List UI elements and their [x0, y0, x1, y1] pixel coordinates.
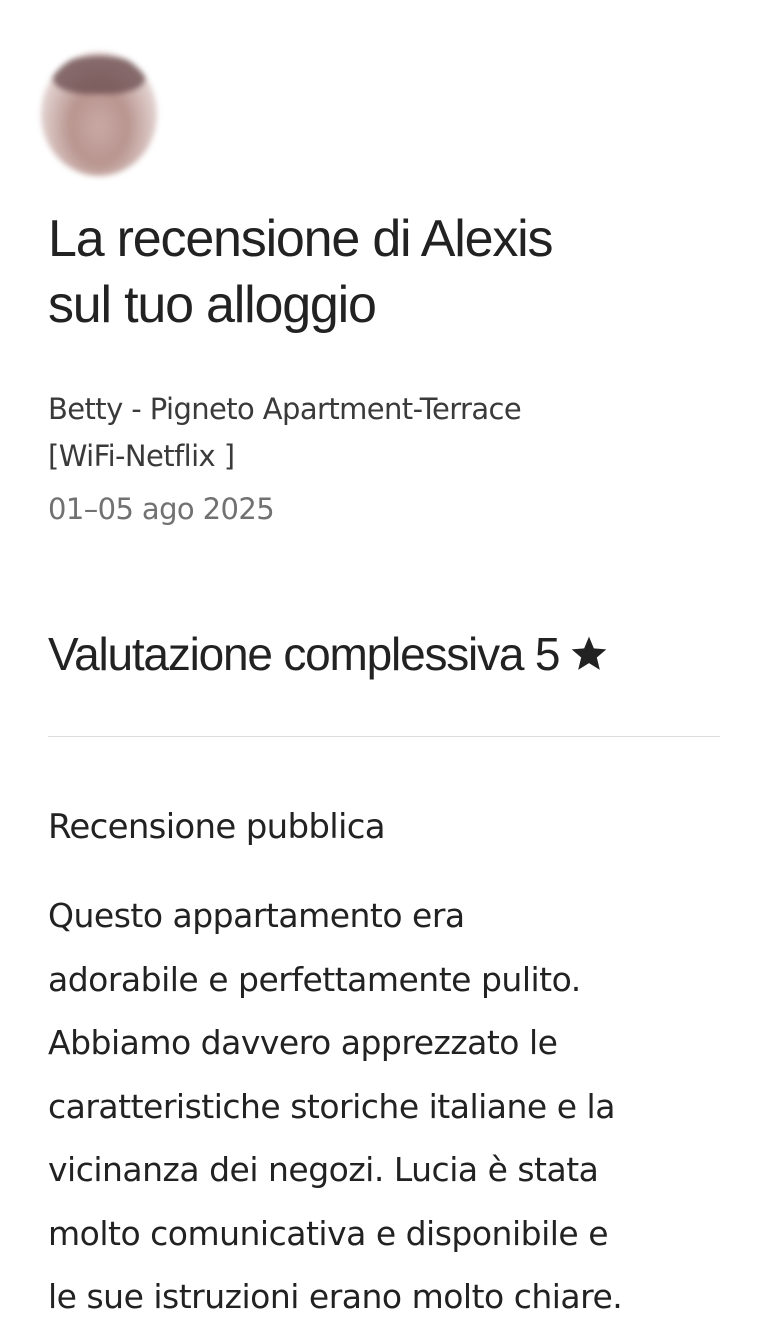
listing-name-line-2: [WiFi-Netflix ]: [48, 439, 235, 473]
title-line-1: La recensione di Alexis: [48, 210, 553, 268]
review-line: adorabile e perfettamente pulito.: [48, 959, 581, 999]
review-line: caratteristiche storiche italiane e la: [48, 1086, 615, 1126]
section-divider: [48, 736, 720, 737]
overall-rating-label: Valutazione complessiva 5: [48, 628, 560, 680]
overall-rating: Valutazione complessiva 5: [48, 622, 728, 686]
stay-dates: 01–05 ago 2025: [48, 492, 275, 526]
avatar-hair-blur: [53, 56, 145, 94]
review-line: vicinanza dei negozi. Lucia è stata: [48, 1150, 599, 1189]
listing-name[interactable]: Betty - Pigneto Apartment-Terrace [WiFi-…: [48, 386, 720, 480]
reviewer-avatar[interactable]: [41, 52, 157, 176]
review-line: Abbiamo davvero apprezzato le: [48, 1023, 558, 1062]
title-line-2: sul tuo alloggio: [48, 276, 377, 334]
listing-name-line-1: Betty - Pigneto Apartment-Terrace: [48, 392, 522, 426]
review-line: le sue istruzioni erano molto chiare.: [48, 1277, 623, 1316]
star-icon: [571, 636, 607, 670]
public-review-heading: Recensione pubblica: [48, 807, 386, 847]
page-title: La recensione di Alexis sul tuo alloggio: [48, 206, 720, 338]
review-line: Questo appartamento era: [48, 896, 465, 935]
review-line: molto comunicativa e disponibile e: [48, 1213, 609, 1253]
public-review-text: Questo appartamento era adorabile e perf…: [48, 884, 720, 1329]
